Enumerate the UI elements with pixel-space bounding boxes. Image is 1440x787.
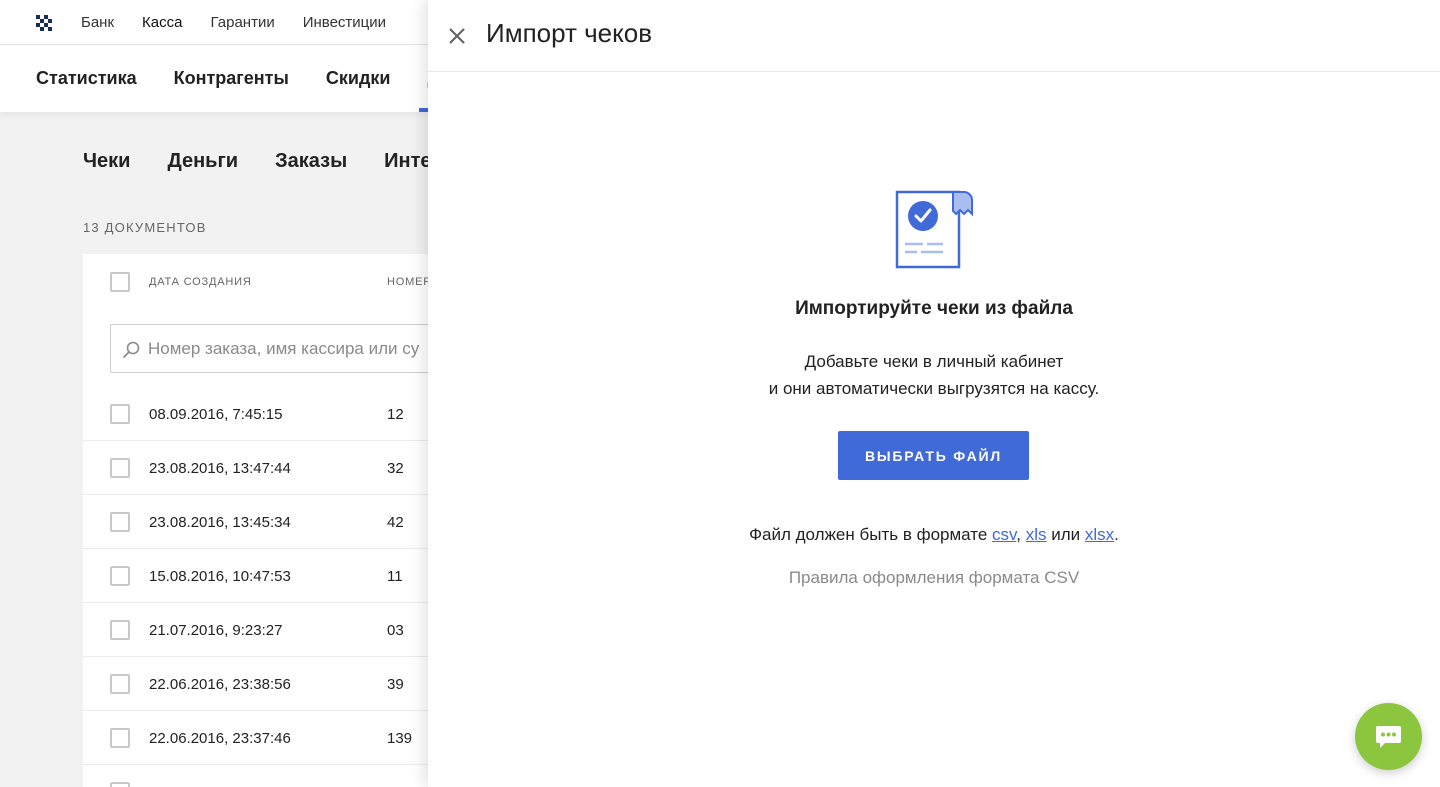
- format-info: Файл должен быть в формате csv, xls или …: [428, 525, 1440, 545]
- search-icon: [123, 341, 140, 358]
- row-date: 08.09.2016, 7:45:15: [149, 405, 283, 423]
- logo-icon[interactable]: [36, 15, 53, 32]
- table-row[interactable]: 21.06.2016, 21:40:36 13: [83, 765, 483, 787]
- topnav-guarantees[interactable]: Гарантии: [210, 14, 274, 31]
- table-row[interactable]: 22.06.2016, 23:38:56 39: [83, 657, 483, 711]
- row-number: 32: [387, 459, 404, 477]
- chat-button[interactable]: [1355, 703, 1422, 770]
- import-description-line1: Добавьте чеки в личный кабинет: [804, 352, 1064, 371]
- drawer-header: Импорт чеков: [428, 0, 1440, 72]
- column-header-number[interactable]: НОМЕР: [387, 254, 431, 310]
- topnav-investments[interactable]: Инвестиции: [303, 14, 386, 31]
- drawer-title: Импорт чеков: [486, 18, 653, 48]
- format-separator: ,: [1016, 525, 1026, 544]
- topnav-bank[interactable]: Банк: [81, 14, 114, 31]
- documents-table: ДАТА СОЗДАНИЯ НОМЕР 08.09.2016, 7:45:15 …: [83, 254, 483, 787]
- format-link-xlsx[interactable]: xlsx: [1085, 525, 1114, 544]
- format-link-csv[interactable]: csv: [992, 525, 1016, 544]
- row-date: 15.08.2016, 10:47:53: [149, 567, 291, 585]
- choose-file-button[interactable]: ВЫБРАТЬ ФАЙЛ: [838, 431, 1029, 480]
- row-checkbox[interactable]: [110, 674, 130, 694]
- table-row[interactable]: 08.09.2016, 7:45:15 12: [83, 387, 483, 441]
- secnav-discounts[interactable]: Скидки: [326, 68, 391, 89]
- row-number: 03: [387, 621, 404, 639]
- row-checkbox[interactable]: [110, 728, 130, 748]
- row-date: 21.06.2016, 21:40:36: [149, 765, 291, 787]
- tab-receipts[interactable]: Чеки: [83, 150, 130, 173]
- table-row[interactable]: 23.08.2016, 13:45:34 42: [83, 495, 483, 549]
- row-checkbox[interactable]: [110, 458, 130, 478]
- table-row[interactable]: 22.06.2016, 23:37:46 139: [83, 711, 483, 765]
- receipt-icon: [895, 190, 973, 269]
- tab-money[interactable]: Деньги: [167, 150, 238, 173]
- secnav-statistics[interactable]: Статистика: [36, 68, 137, 89]
- secnav-contractors[interactable]: Контрагенты: [174, 68, 289, 89]
- row-number: 39: [387, 675, 404, 693]
- search-field[interactable]: [110, 324, 470, 373]
- row-number: 11: [387, 567, 403, 585]
- import-description: Добавьте чеки в личный кабинет и они авт…: [428, 348, 1440, 402]
- row-number: 13: [387, 765, 404, 787]
- topnav-kassa[interactable]: Касса: [142, 14, 182, 31]
- table-row[interactable]: 23.08.2016, 13:47:44 32: [83, 441, 483, 495]
- select-all-checkbox[interactable]: [110, 272, 130, 292]
- column-header-date[interactable]: ДАТА СОЗДАНИЯ: [149, 254, 252, 310]
- row-checkbox[interactable]: [110, 404, 130, 424]
- import-heading: Импортируйте чеки из файла: [795, 298, 1073, 319]
- row-number: 139: [387, 729, 413, 747]
- row-date: 22.06.2016, 23:38:56: [149, 675, 291, 693]
- row-date: 23.08.2016, 13:47:44: [149, 459, 291, 477]
- row-checkbox[interactable]: [110, 566, 130, 586]
- close-icon[interactable]: [445, 24, 469, 48]
- row-checkbox[interactable]: [110, 782, 130, 787]
- row-checkbox[interactable]: [110, 512, 130, 532]
- import-description-line2: и они автоматически выгрузятся на кассу.: [768, 379, 1100, 398]
- top-nav: Банк Касса Гарантии Инвестиции: [81, 0, 386, 45]
- table-row[interactable]: 15.08.2016, 10:47:53 11: [83, 549, 483, 603]
- csv-rules-link[interactable]: Правила оформления формата CSV: [428, 568, 1440, 588]
- tab-orders[interactable]: Заказы: [275, 150, 347, 173]
- document-count: 13 ДОКУМЕНТОВ: [83, 220, 207, 235]
- row-number: 42: [387, 513, 404, 531]
- row-date: 21.07.2016, 9:23:27: [149, 621, 283, 639]
- format-end: .: [1114, 525, 1119, 544]
- sub-tabs: Чеки Деньги Заказы Инте: [83, 150, 432, 173]
- row-date: 23.08.2016, 13:45:34: [149, 513, 291, 531]
- row-number: 12: [387, 405, 404, 423]
- search-input[interactable]: [148, 325, 469, 372]
- import-drawer: Импорт чеков Импортируйте чеки из файла …: [428, 0, 1440, 787]
- tab-integrations[interactable]: Инте: [384, 150, 431, 173]
- row-date: 22.06.2016, 23:37:46: [149, 729, 291, 747]
- table-row[interactable]: 21.07.2016, 9:23:27 03: [83, 603, 483, 657]
- row-checkbox[interactable]: [110, 620, 130, 640]
- format-prefix: Файл должен быть в формате: [749, 525, 993, 544]
- format-or: или: [1046, 525, 1085, 544]
- format-link-xls[interactable]: xls: [1026, 525, 1047, 544]
- chat-icon: [1376, 726, 1401, 748]
